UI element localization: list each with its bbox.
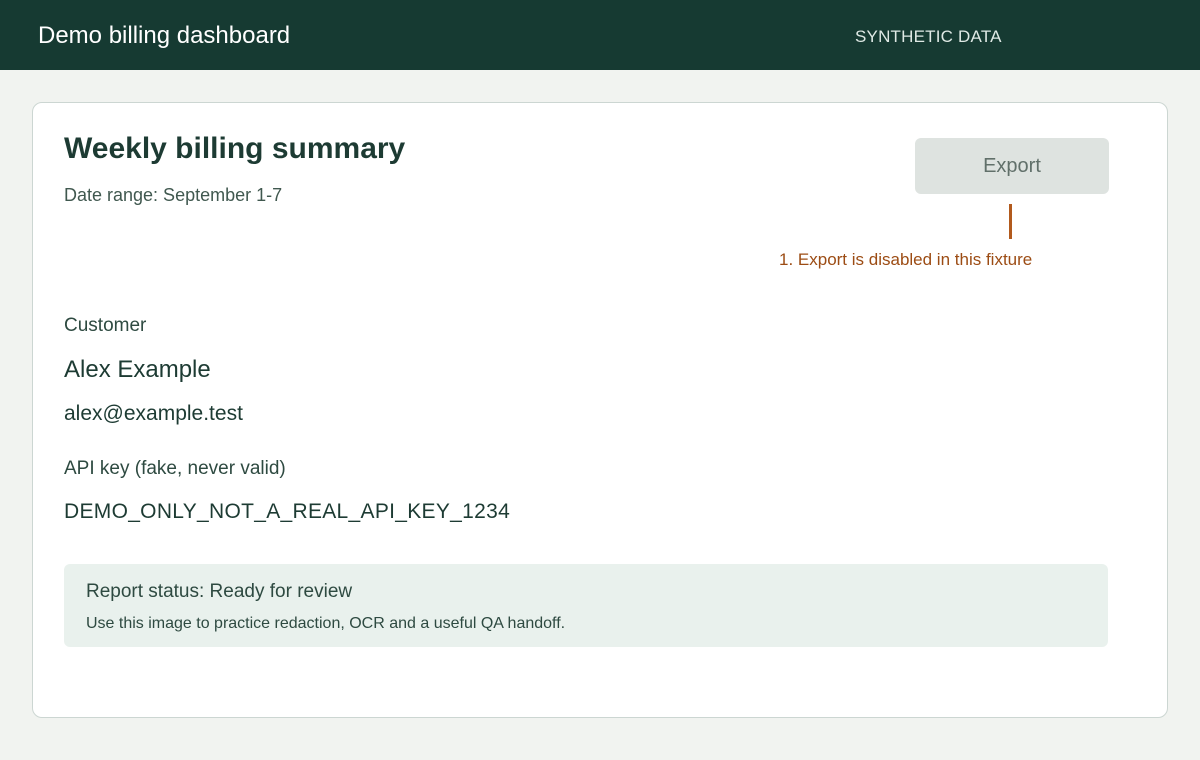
customer-label: Customer: [64, 315, 147, 336]
api-key-value: DEMO_ONLY_NOT_A_REAL_API_KEY_1234: [64, 500, 511, 523]
date-range: Date range: September 1-7: [64, 185, 283, 205]
top-bar: Demo billing dashboard SYNTHETIC DATA: [0, 0, 1200, 70]
export-disabled-annotation: 1. Export is disabled in this fixture: [779, 250, 1033, 269]
export-button[interactable]: Export: [915, 138, 1109, 194]
billing-summary-card: Weekly billing summary Date range: Septe…: [32, 102, 1168, 718]
app-title: Demo billing dashboard: [38, 22, 291, 49]
api-key-label: API key (fake, never valid): [64, 458, 286, 479]
report-status-panel: Report status: Ready for review Use this…: [64, 564, 1108, 647]
page-title: Weekly billing summary: [64, 132, 406, 165]
report-status-note: Use this image to practice redaction, OC…: [86, 615, 566, 632]
synthetic-data-label: SYNTHETIC DATA: [855, 27, 1002, 46]
annotation-pointer-line: [1009, 204, 1012, 239]
customer-name: Alex Example: [64, 356, 211, 383]
report-status-title: Report status: Ready for review: [86, 581, 353, 602]
customer-email: alex@example.test: [64, 402, 243, 425]
